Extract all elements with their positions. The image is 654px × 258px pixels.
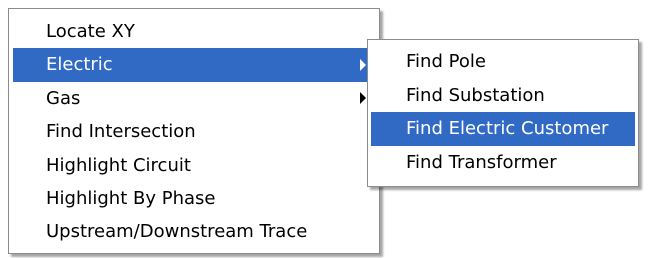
menu-item-locate-xy[interactable]: Locate XY xyxy=(9,15,379,48)
menu-item-label: Electric xyxy=(46,54,113,76)
menu-item-upstream-downstream-trace[interactable]: Upstream/Downstream Trace xyxy=(9,215,379,248)
menu-item-label: Find Intersection xyxy=(46,121,196,143)
menu-item-label: Find Electric Customer xyxy=(406,118,609,139)
menu-item-label: Find Substation xyxy=(406,84,545,106)
menu-item-label: Highlight By Phase xyxy=(46,187,216,209)
menu-item-label: Find Pole xyxy=(406,51,486,72)
menu-item-label: Highlight Circuit xyxy=(46,154,191,176)
menu-item-label: Locate XY xyxy=(46,21,135,42)
menu-item-highlight-by-phase[interactable]: Highlight By Phase xyxy=(9,182,379,215)
context-menu: Locate XY Electric Gas Find Intersection… xyxy=(8,8,380,254)
electric-submenu: Find Pole Find Substation Find Electric … xyxy=(367,39,639,187)
screen: Locate XY Electric Gas Find Intersection… xyxy=(0,0,654,258)
menu-item-label: Gas xyxy=(46,87,81,109)
submenu-item-find-substation[interactable]: Find Substation xyxy=(371,79,635,113)
submenu-item-find-electric-customer[interactable]: Find Electric Customer xyxy=(371,112,635,146)
menu-item-gas[interactable]: Gas xyxy=(9,82,379,115)
submenu-arrow-icon xyxy=(360,92,366,105)
menu-item-label: Find Transformer xyxy=(406,151,557,173)
submenu-item-find-pole[interactable]: Find Pole xyxy=(371,45,635,79)
menu-item-electric[interactable]: Electric xyxy=(13,48,375,82)
submenu-arrow-icon xyxy=(360,59,366,72)
menu-item-highlight-circuit[interactable]: Highlight Circuit xyxy=(9,149,379,182)
menu-item-find-intersection[interactable]: Find Intersection xyxy=(9,115,379,148)
submenu-item-find-transformer[interactable]: Find Transformer xyxy=(371,146,635,180)
menu-item-label: Upstream/Downstream Trace xyxy=(46,221,308,243)
